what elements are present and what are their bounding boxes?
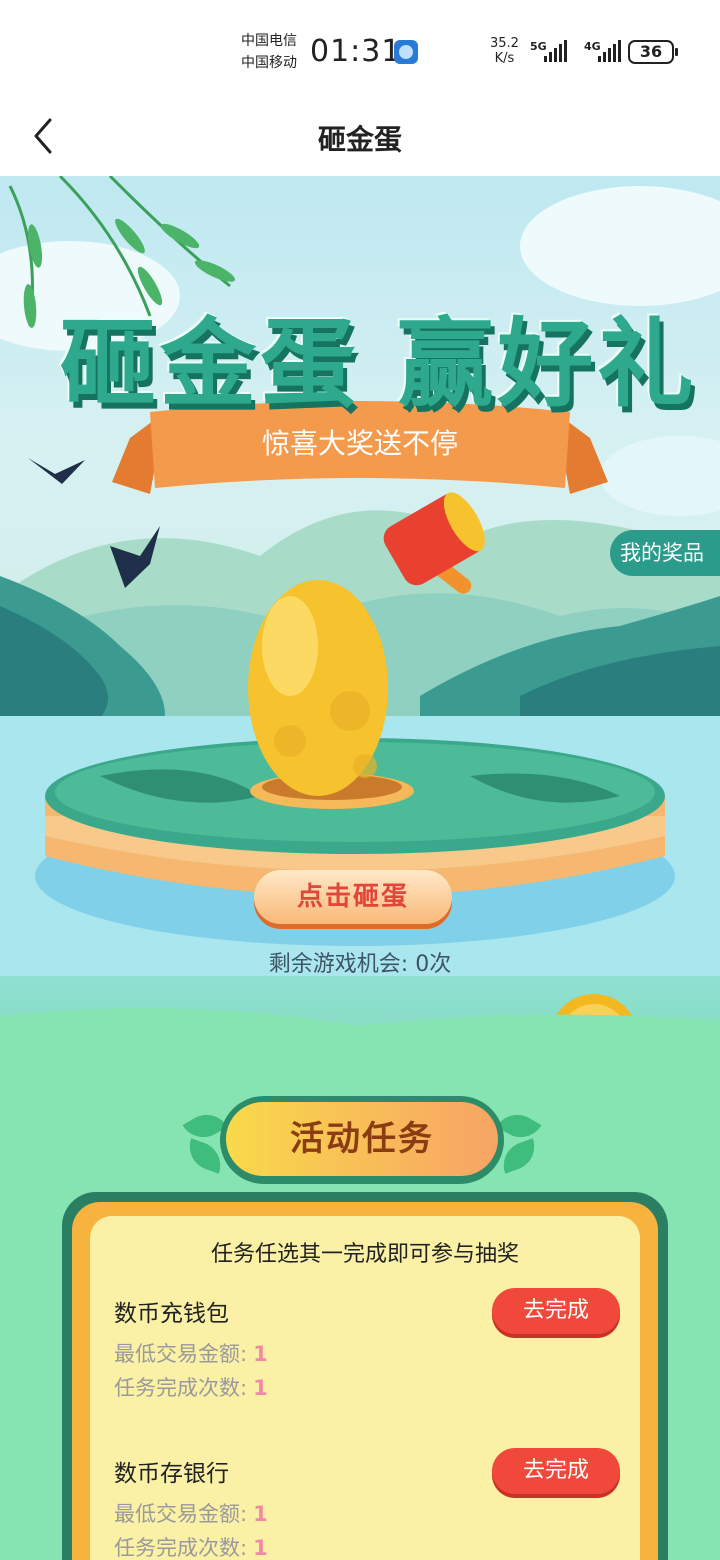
- network-speed-unit: K/s: [494, 51, 515, 66]
- headline: 砸金蛋 赢好礼: [60, 308, 698, 420]
- task-count-value: 1: [253, 1376, 268, 1400]
- tasks-title-badge: 活动任务: [220, 1096, 504, 1184]
- network-speed-value: 35.2: [490, 36, 519, 51]
- smash-egg-button[interactable]: 点击砸蛋: [254, 870, 452, 924]
- ribbon-text: 惊喜大奖送不停: [261, 427, 458, 460]
- task-min-amount-label: 最低交易金额:: [114, 1342, 248, 1366]
- nav-bar: 砸金蛋: [0, 100, 720, 176]
- signal-5g-icon: 5G: [530, 40, 574, 64]
- task-name: 数币充钱包: [114, 1301, 229, 1327]
- task-min-amount: 最低交易金额: 1: [114, 1338, 268, 1368]
- task-count: 任务完成次数: 1: [114, 1372, 268, 1402]
- status-bar: 中国电信 中国移动 01:31 35.2 K/s 5G 4G 36: [0, 0, 720, 100]
- task-min-amount-label: 最低交易金额:: [114, 1502, 248, 1526]
- task-min-amount: 最低交易金额: 1: [114, 1498, 268, 1528]
- complete-task-button[interactable]: 去完成: [492, 1288, 620, 1334]
- game-banner: 砸金蛋 赢好礼 惊喜大奖送不停 我的奖品 点击砸蛋 剩余游戏机会: 0次: [0, 176, 720, 1088]
- activity-tasks-section: 任务任选其一完成即可参与抽奖 数币充钱包 去完成 最低交易金额: 1 任务完成次数…: [0, 1088, 720, 1560]
- complete-task-button[interactable]: 去完成: [492, 1448, 620, 1494]
- task-name: 数币存银行: [114, 1461, 229, 1487]
- remaining-chances-value: 0次: [415, 952, 452, 977]
- task-count: 任务完成次数: 1: [114, 1532, 268, 1560]
- task-count-value: 1: [253, 1536, 268, 1560]
- task-card: 任务任选其一完成即可参与抽奖 数币充钱包 去完成 最低交易金额: 1 任务完成次数…: [62, 1192, 668, 1560]
- task-count-label: 任务完成次数:: [114, 1536, 248, 1560]
- carrier-1: 中国电信: [241, 33, 297, 49]
- signal-4g-icon: 4G: [584, 40, 628, 64]
- task-note: 任务任选其一完成即可参与抽奖: [210, 1242, 519, 1267]
- remaining-chances-label: 剩余游戏机会:: [268, 952, 409, 977]
- carrier-2: 中国移动: [241, 55, 297, 71]
- task-count-label: 任务完成次数:: [114, 1376, 248, 1400]
- task-min-amount-value: 1: [253, 1502, 268, 1526]
- app-notification-icon: [394, 40, 418, 64]
- task-min-amount-value: 1: [253, 1342, 268, 1366]
- remaining-chances: 剩余游戏机会: 0次: [0, 946, 720, 978]
- tasks-title: 活动任务: [226, 1102, 498, 1176]
- status-time: 01:31: [310, 34, 402, 69]
- network-speed: 35.2 K/s: [490, 36, 519, 66]
- page-title: 砸金蛋: [317, 123, 402, 156]
- my-prizes-button[interactable]: 我的奖品: [610, 530, 720, 576]
- carrier-labels: 中国电信 中国移动: [241, 30, 297, 74]
- battery-icon: 36: [628, 40, 678, 64]
